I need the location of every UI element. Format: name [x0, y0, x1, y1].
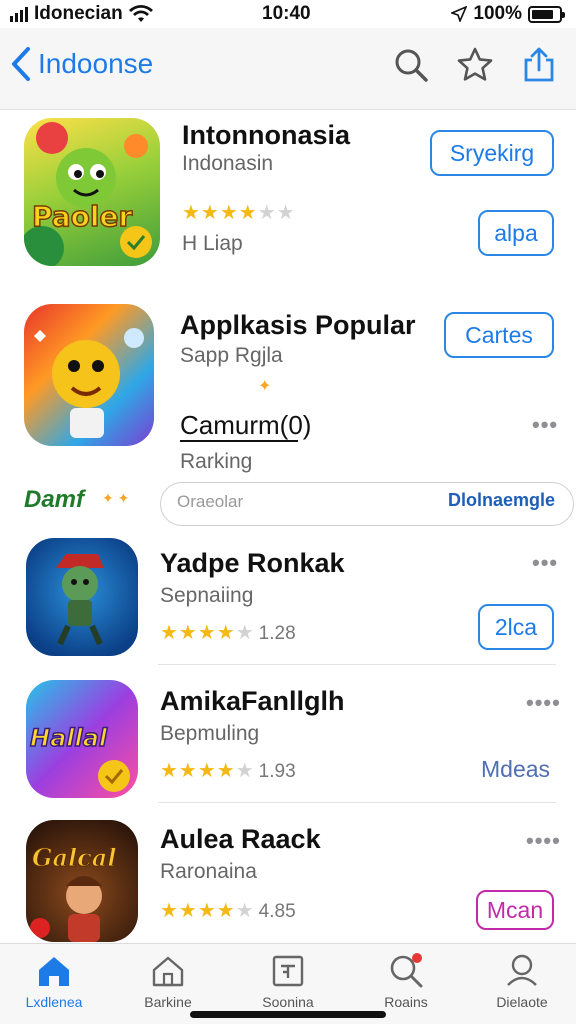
banner-input[interactable]: Oraeolar Dlolnaemgle [160, 482, 574, 526]
icon-art-text: Paoler [32, 200, 132, 233]
rating-count: 4.85 [258, 901, 296, 922]
icon-art-text: Galcal [32, 843, 116, 872]
app-icon[interactable]: Galcal [26, 820, 138, 942]
app-subtitle: Indonasin [182, 152, 274, 175]
tab-home[interactable]: Lxdlenea [4, 952, 104, 1010]
status-time: 10:40 [262, 3, 311, 24]
banner-brand: Damf [24, 486, 85, 513]
more-options-icon[interactable]: ••• [532, 550, 558, 576]
list-item[interactable]: Yadpe Ronkak Sepnaiing ★★★★★ 1.28 ••• 2lc… [0, 530, 576, 665]
app-icon[interactable] [24, 304, 154, 446]
title-underline [180, 440, 298, 442]
app-icon[interactable]: Paoler [24, 118, 160, 266]
sparkle-icon: ✦ [258, 378, 272, 395]
tab-search[interactable]: Roains [356, 952, 456, 1010]
get-button[interactable]: Mcan [476, 890, 554, 930]
list-item[interactable]: Paoler Intonnonasia Indonasin Sryekirg ★… [0, 110, 576, 270]
get-button[interactable]: Sryekirg [430, 130, 554, 176]
back-button[interactable]: Indoonse [10, 46, 153, 82]
tab-ranking[interactable]: Barkine [118, 952, 218, 1010]
more-options-icon[interactable]: ••• [532, 412, 558, 438]
tab-apps[interactable]: Soonina [238, 952, 338, 1010]
location-icon [451, 6, 468, 22]
status-bar: Idonecian 10:40 100% [0, 0, 576, 28]
sparkle-icon: ✦ ✦ [102, 490, 130, 506]
status-right: 100% [451, 3, 565, 25]
get-button[interactable]: alpa [478, 210, 554, 256]
list-item[interactable]: Hallal AmikaFanllglh Bepmuling ★★★★★ 1.93… [0, 670, 576, 805]
more-options-icon[interactable]: •••• [526, 690, 561, 716]
navigation-bar: Indoonse [0, 28, 576, 110]
list-item[interactable]: Applkasis Popular Sapp Rgjla ✦ Cartes Ca… [0, 290, 576, 480]
list-item[interactable]: Galcal Aulea Raack Raronaina ★★★★★ 4.85 •… [0, 808, 576, 943]
get-button[interactable]: Cartes [444, 312, 554, 358]
search-icon [390, 953, 423, 988]
back-label: Indoonse [38, 48, 154, 79]
rating-count: 1.93 [258, 761, 296, 782]
nav-actions [392, 46, 558, 84]
banner-link[interactable]: Dlolnaemgle [448, 490, 555, 511]
chevron-left-icon [12, 47, 30, 81]
share-icon[interactable] [520, 46, 558, 84]
app-subtitle: Rarking [180, 450, 253, 473]
app-title: Camurm(0) [180, 410, 312, 440]
banner-input-placeholder: Oraeolar [177, 492, 244, 511]
rating-stars: ★★★★★ 1.93 [160, 760, 296, 782]
app-subtitle: Raronaina [160, 860, 257, 883]
app-subtitle: Sepnaiing [160, 584, 254, 607]
icon-art-text: Hallal [30, 724, 108, 752]
home-icon [39, 957, 69, 986]
app-title: Applkasis Popular [180, 310, 416, 340]
tab-label: Soonina [262, 994, 314, 1010]
tab-label: Barkine [144, 994, 192, 1010]
rating-stars: ★★★★★★ [182, 202, 296, 224]
carrier-name: Idonecian [34, 3, 123, 24]
notification-badge [412, 953, 422, 963]
home-indicator[interactable] [190, 1011, 386, 1018]
tab-label: Dielaote [496, 994, 548, 1010]
profile-icon [507, 954, 537, 986]
rating-stars: ★★★★★ 1.28 [160, 622, 296, 644]
star-icon[interactable] [456, 46, 494, 84]
tab-label: Roains [384, 994, 428, 1010]
app-title: AmikaFanllglh [160, 686, 345, 716]
app-subtitle: H Liap [182, 232, 243, 255]
tab-label: Lxdlenea [25, 994, 83, 1010]
row-divider [158, 664, 556, 665]
search-icon[interactable] [392, 46, 430, 84]
house-outline-icon [152, 956, 184, 987]
app-title: Yadpe Ronkak [160, 548, 345, 578]
rating-stars: ★★★★★ 4.85 [160, 900, 296, 922]
promo-banner: Damf ✦ ✦ Oraeolar Dlolnaemgle [0, 480, 576, 530]
app-subtitle: Bepmuling [160, 722, 260, 745]
details-link[interactable]: Mdeas [481, 756, 550, 783]
carrier-area: Idonecian [10, 3, 153, 25]
app-title: Aulea Raack [160, 824, 321, 854]
app-icon[interactable]: Hallal [26, 680, 138, 798]
app-title: Intonnonasia [182, 120, 350, 150]
get-button[interactable]: 2lca [478, 604, 554, 650]
signal-icon [10, 6, 28, 22]
battery-percent: 100% [473, 3, 522, 24]
more-options-icon[interactable]: •••• [526, 828, 561, 854]
rating-count: 1.28 [258, 623, 296, 644]
row-divider [158, 802, 556, 803]
app-subtitle: Sapp Rgjla [180, 344, 283, 367]
app-icon[interactable] [26, 538, 138, 656]
apps-icon [272, 955, 304, 987]
wifi-icon [128, 5, 153, 22]
tab-profile[interactable]: Dielaote [472, 952, 572, 1010]
battery-icon [528, 5, 565, 23]
